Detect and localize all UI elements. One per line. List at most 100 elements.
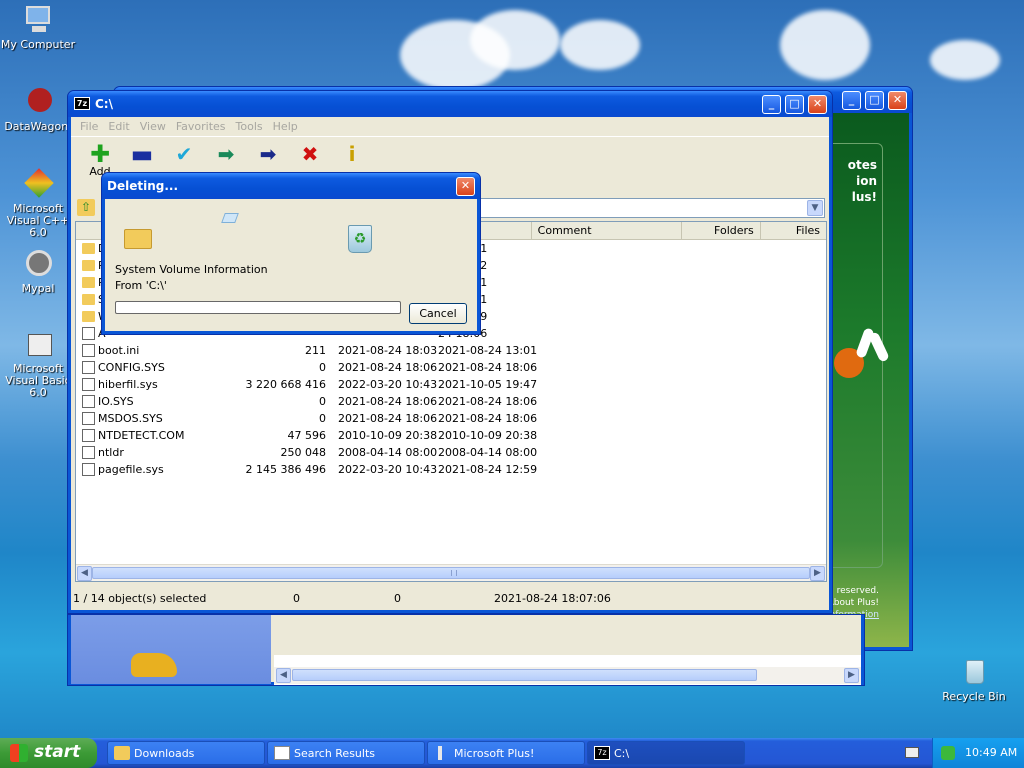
clock: 10:49 AM (965, 746, 1018, 759)
desktop-icon-mypal[interactable]: Mypal (0, 248, 76, 295)
file-created: 2021-08-24 18:06 (438, 395, 538, 408)
file-modified: 2008-04-14 08:00 (338, 446, 438, 459)
menu-favorites[interactable]: Favorites (171, 120, 231, 133)
table-row[interactable]: NTDETECT.COM 47 596 2010-10-09 20:38 2010-1… (76, 427, 826, 444)
bowling-pin-icon (834, 327, 890, 388)
table-row[interactable]: CONFIG.SYS 0 2021-08-24 18:06 2021-08-24 18… (76, 359, 826, 376)
task-search-results[interactable]: Search Results (267, 741, 425, 765)
file-modified: 2022-03-20 10:43 (338, 463, 438, 476)
visual-cpp-icon (22, 168, 54, 200)
maximize-button[interactable]: □ (865, 91, 884, 110)
file-size: 0 (319, 412, 326, 425)
keyboard-icon[interactable] (905, 747, 919, 758)
column-header-folders[interactable]: Folders (682, 222, 761, 239)
table-row[interactable]: MSDOS.SYS 0 2021-08-24 18:06 2021-08-24 18:… (76, 410, 826, 427)
chevron-down-icon[interactable]: ▼ (807, 200, 823, 216)
file-icon (82, 361, 95, 374)
file-icon (82, 344, 95, 357)
scroll-thumb[interactable] (92, 567, 810, 579)
right-arrow-icon: ➡ (259, 142, 277, 166)
menu-help[interactable]: Help (268, 120, 303, 133)
file-modified: 2021-08-24 18:06 (338, 361, 438, 374)
file-name: IO.SYS (98, 395, 134, 408)
scroll-left-button[interactable]: ◀ (77, 566, 92, 581)
file-name: MSDOS.SYS (98, 412, 163, 425)
task-downloads[interactable]: Downloads (107, 741, 265, 765)
folder-icon (114, 746, 130, 760)
file-created: 2021-10-05 19:47 (438, 378, 538, 391)
file-modified: 2010-10-09 20:38 (338, 429, 438, 442)
file-created: 2008-04-14 08:00 (438, 446, 538, 459)
menu-bar: File Edit View Favorites Tools Help (71, 117, 829, 137)
folder-icon (82, 294, 95, 305)
file-modified: 2021-08-24 18:03 (338, 344, 438, 357)
menu-view[interactable]: View (135, 120, 171, 133)
cloud (930, 40, 1000, 80)
status-bar: 1 / 14 object(s) selected 0 0 2021-08-24… (71, 586, 829, 610)
column-header-files[interactable]: Files (761, 222, 826, 239)
table-row[interactable]: pagefile.sys 2 145 386 496 2022-03-20 10:4… (76, 461, 826, 478)
minus-icon: ▬ (130, 140, 154, 168)
file-size: 47 596 (287, 429, 327, 442)
deleting-dialog-titlebar[interactable]: Deleting... ✕ (102, 173, 480, 199)
horizontal-scrollbar[interactable]: ◀ ▶ (76, 564, 826, 581)
delete-x-icon: ✖ (301, 142, 319, 166)
table-row[interactable]: ntldr 250 048 2008-04-14 08:00 2008-04-14 0… (76, 444, 826, 461)
recycle-bin-icon: ♻ (348, 225, 372, 253)
task-microsoft-plus[interactable]: Microsoft Plus! (427, 741, 585, 765)
deleting-dialog[interactable]: Deleting... ✕ ♻ System Volume Informatio… (101, 172, 481, 335)
file-manager-titlebar[interactable]: 7z C:\ _ □ ✕ (68, 91, 832, 117)
close-button[interactable]: ✕ (456, 177, 475, 196)
scroll-right-button[interactable]: ▶ (844, 668, 859, 683)
folder-icon (82, 277, 95, 288)
table-row[interactable]: IO.SYS 0 2021-08-24 18:06 2021-08-24 18:06 (76, 393, 826, 410)
desktop-icon-my-computer[interactable]: My Computer (0, 4, 76, 51)
task-file-manager[interactable]: 7z C:\ (587, 741, 745, 765)
dialog-title: Deleting... (107, 179, 179, 193)
7zip-icon: 7z (74, 97, 90, 110)
maximize-button[interactable]: □ (785, 95, 804, 114)
search-results-hscroll[interactable]: ◀ ▶ (274, 667, 861, 684)
table-row[interactable]: boot.ini 211 2021-08-24 18:03 2021-08-24 13… (76, 342, 826, 359)
desktop-icon-recycle-bin[interactable]: Recycle Bin (936, 656, 1012, 703)
file-name: hiberfil.sys (98, 378, 158, 391)
file-manager-window[interactable]: 7z C:\ _ □ ✕ File Edit View Favorites To… (67, 90, 833, 614)
menu-file[interactable]: File (75, 120, 103, 133)
search-results-window[interactable]: ◀ ▶ (67, 614, 865, 686)
cloud (780, 10, 870, 80)
status-packed: 0 (394, 592, 401, 605)
plus-icon: ✚ (89, 140, 111, 168)
minimize-button[interactable]: _ (842, 91, 861, 110)
desktop-icon-visual-cpp[interactable]: Microsoft Visual C++ 6.0 (0, 168, 76, 239)
up-folder-icon[interactable]: ⇧ (77, 199, 95, 216)
file-created: 2021-08-24 18:06 (438, 361, 538, 374)
desktop-icon-visual-basic[interactable]: Microsoft Visual Basic 6.0 (0, 328, 76, 399)
table-row[interactable]: hiberfil.sys 3 220 668 416 2022-03-20 10:4… (76, 376, 826, 393)
file-size: 250 048 (280, 446, 327, 459)
scroll-right-button[interactable]: ▶ (810, 566, 825, 581)
file-size: 2 145 386 496 (245, 463, 326, 476)
scroll-thumb[interactable] (292, 669, 757, 681)
folder-icon (82, 311, 95, 322)
file-name: CONFIG.SYS (98, 361, 165, 374)
file-icon (82, 395, 95, 408)
close-button[interactable]: ✕ (888, 91, 907, 110)
start-button[interactable]: start (0, 738, 97, 768)
menu-edit[interactable]: Edit (103, 120, 134, 133)
taskbar: start Downloads Search Results Microsoft… (0, 738, 1024, 768)
column-header-comment[interactable]: Comment (532, 222, 682, 239)
raccoon-icon (22, 248, 54, 280)
cloud (470, 10, 560, 70)
menu-tools[interactable]: Tools (231, 120, 268, 133)
cancel-button[interactable]: Cancel (409, 303, 467, 324)
deleting-dialog-client: ♻ System Volume Information From 'C:\' C… (105, 199, 477, 331)
scroll-left-button[interactable]: ◀ (276, 668, 291, 683)
file-name: ntldr (98, 446, 124, 459)
desktop-icon-datawagon[interactable]: DataWagon. (0, 86, 76, 133)
file-size: 0 (319, 361, 326, 374)
network-icon[interactable] (941, 746, 955, 760)
minimize-button[interactable]: _ (762, 95, 781, 114)
flying-paper-icon (221, 213, 239, 223)
close-button[interactable]: ✕ (808, 95, 827, 114)
file-name: pagefile.sys (98, 463, 164, 476)
